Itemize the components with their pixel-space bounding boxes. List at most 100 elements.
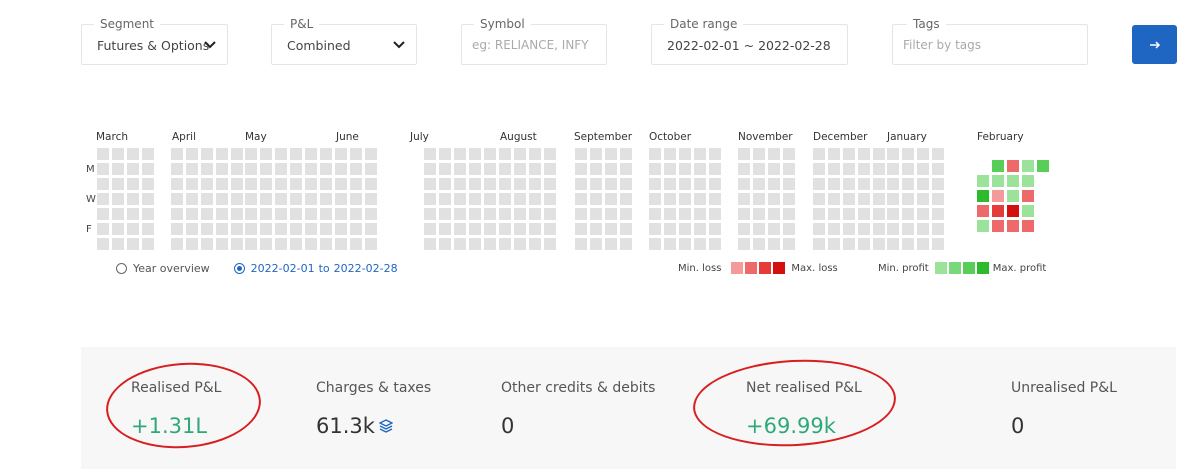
heatmap-day-cell[interactable] (260, 238, 272, 250)
heatmap-day-cell[interactable] (484, 178, 496, 190)
heatmap-day-cell[interactable] (590, 178, 602, 190)
heatmap-day-cell[interactable] (887, 208, 899, 220)
heatmap-day-cell[interactable] (783, 223, 795, 235)
heatmap-day-cell[interactable] (454, 193, 466, 205)
heatmap-day-cell[interactable] (529, 163, 541, 175)
heatmap-day-cell[interactable] (454, 223, 466, 235)
heatmap-day-cell[interactable] (575, 163, 587, 175)
heatmap-day-cell[interactable] (439, 193, 451, 205)
heatmap-day-cell[interactable] (275, 238, 287, 250)
heatmap-day-cell[interactable] (529, 208, 541, 220)
heatmap-day-cell[interactable] (679, 193, 691, 205)
heatmap-day-cell[interactable] (753, 223, 765, 235)
heatmap-day-cell[interactable] (992, 190, 1004, 202)
heatmap-day-cell[interactable] (605, 163, 617, 175)
heatmap-day-cell[interactable] (590, 238, 602, 250)
heatmap-day-cell[interactable] (469, 148, 481, 160)
heatmap-day-cell[interactable] (887, 148, 899, 160)
heatmap-day-cell[interactable] (97, 163, 109, 175)
heatmap-day-cell[interactable] (320, 223, 332, 235)
heatmap-day-cell[interactable] (439, 238, 451, 250)
heatmap-day-cell[interactable] (649, 163, 661, 175)
heatmap-day-cell[interactable] (917, 223, 929, 235)
heatmap-day-cell[interactable] (679, 148, 691, 160)
heatmap-day-cell[interactable] (245, 193, 257, 205)
heatmap-day-cell[interactable] (454, 208, 466, 220)
heatmap-day-cell[interactable] (499, 178, 511, 190)
heatmap-day-cell[interactable] (858, 238, 870, 250)
heatmap-day-cell[interactable] (350, 208, 362, 220)
heatmap-day-cell[interactable] (783, 238, 795, 250)
heatmap-day-cell[interactable] (201, 238, 213, 250)
heatmap-day-cell[interactable] (843, 238, 855, 250)
heatmap-day-cell[interactable] (454, 163, 466, 175)
heatmap-day-cell[interactable] (97, 148, 109, 160)
heatmap-day-cell[interactable] (605, 193, 617, 205)
heatmap-day-cell[interactable] (514, 178, 526, 190)
heatmap-day-cell[interactable] (335, 193, 347, 205)
heatmap-day-cell[interactable] (439, 163, 451, 175)
heatmap-day-cell[interactable] (768, 148, 780, 160)
heatmap-day-cell[interactable] (649, 178, 661, 190)
heatmap-day-cell[interactable] (679, 208, 691, 220)
heatmap-day-cell[interactable] (171, 148, 183, 160)
heatmap-day-cell[interactable] (171, 223, 183, 235)
heatmap-day-cell[interactable] (843, 148, 855, 160)
heatmap-day-cell[interactable] (605, 223, 617, 235)
heatmap-day-cell[interactable] (365, 178, 377, 190)
heatmap-day-cell[interactable] (768, 208, 780, 220)
heatmap-day-cell[interactable] (290, 178, 302, 190)
heatmap-day-cell[interactable] (231, 208, 243, 220)
heatmap-day-cell[interactable] (469, 178, 481, 190)
heatmap-day-cell[interactable] (97, 238, 109, 250)
heatmap-day-cell[interactable] (127, 163, 139, 175)
heatmap-day-cell[interactable] (977, 175, 989, 187)
heatmap-day-cell[interactable] (514, 148, 526, 160)
heatmap-day-cell[interactable] (649, 193, 661, 205)
heatmap-day-cell[interactable] (813, 208, 825, 220)
heatmap-day-cell[interactable] (454, 148, 466, 160)
heatmap-day-cell[interactable] (783, 178, 795, 190)
heatmap-day-cell[interactable] (813, 148, 825, 160)
heatmap-day-cell[interactable] (245, 208, 257, 220)
heatmap-day-cell[interactable] (127, 193, 139, 205)
heatmap-day-cell[interactable] (605, 238, 617, 250)
heatmap-day-cell[interactable] (201, 178, 213, 190)
heatmap-day-cell[interactable] (620, 148, 632, 160)
heatmap-day-cell[interactable] (843, 208, 855, 220)
heatmap-day-cell[interactable] (499, 193, 511, 205)
heatmap-day-cell[interactable] (813, 193, 825, 205)
heatmap-day-cell[interactable] (664, 163, 676, 175)
heatmap-day-cell[interactable] (738, 178, 750, 190)
heatmap-day-cell[interactable] (768, 238, 780, 250)
heatmap-day-cell[interactable] (112, 238, 124, 250)
heatmap-day-cell[interactable] (605, 178, 617, 190)
heatmap-day-cell[interactable] (620, 208, 632, 220)
heatmap-day-cell[interactable] (873, 148, 885, 160)
heatmap-day-cell[interactable] (142, 178, 154, 190)
heatmap-day-cell[interactable] (216, 238, 228, 250)
heatmap-day-cell[interactable] (245, 238, 257, 250)
heatmap-day-cell[interactable] (992, 175, 1004, 187)
heatmap-day-cell[interactable] (231, 238, 243, 250)
heatmap-day-cell[interactable] (305, 163, 317, 175)
heatmap-day-cell[interactable] (201, 208, 213, 220)
heatmap-day-cell[interactable] (932, 178, 944, 190)
heatmap-day-cell[interactable] (275, 193, 287, 205)
heatmap-day-cell[interactable] (350, 238, 362, 250)
heatmap-day-cell[interactable] (365, 238, 377, 250)
heatmap-day-cell[interactable] (709, 163, 721, 175)
heatmap-day-cell[interactable] (245, 178, 257, 190)
heatmap-day-cell[interactable] (216, 223, 228, 235)
heatmap-day-cell[interactable] (828, 178, 840, 190)
heatmap-day-cell[interactable] (575, 178, 587, 190)
heatmap-day-cell[interactable] (917, 193, 929, 205)
heatmap-day-cell[interactable] (112, 163, 124, 175)
heatmap-day-cell[interactable] (97, 178, 109, 190)
heatmap-day-cell[interactable] (694, 238, 706, 250)
heatmap-day-cell[interactable] (142, 163, 154, 175)
heatmap-day-cell[interactable] (305, 223, 317, 235)
heatmap-day-cell[interactable] (260, 223, 272, 235)
heatmap-day-cell[interactable] (738, 148, 750, 160)
heatmap-day-cell[interactable] (858, 178, 870, 190)
